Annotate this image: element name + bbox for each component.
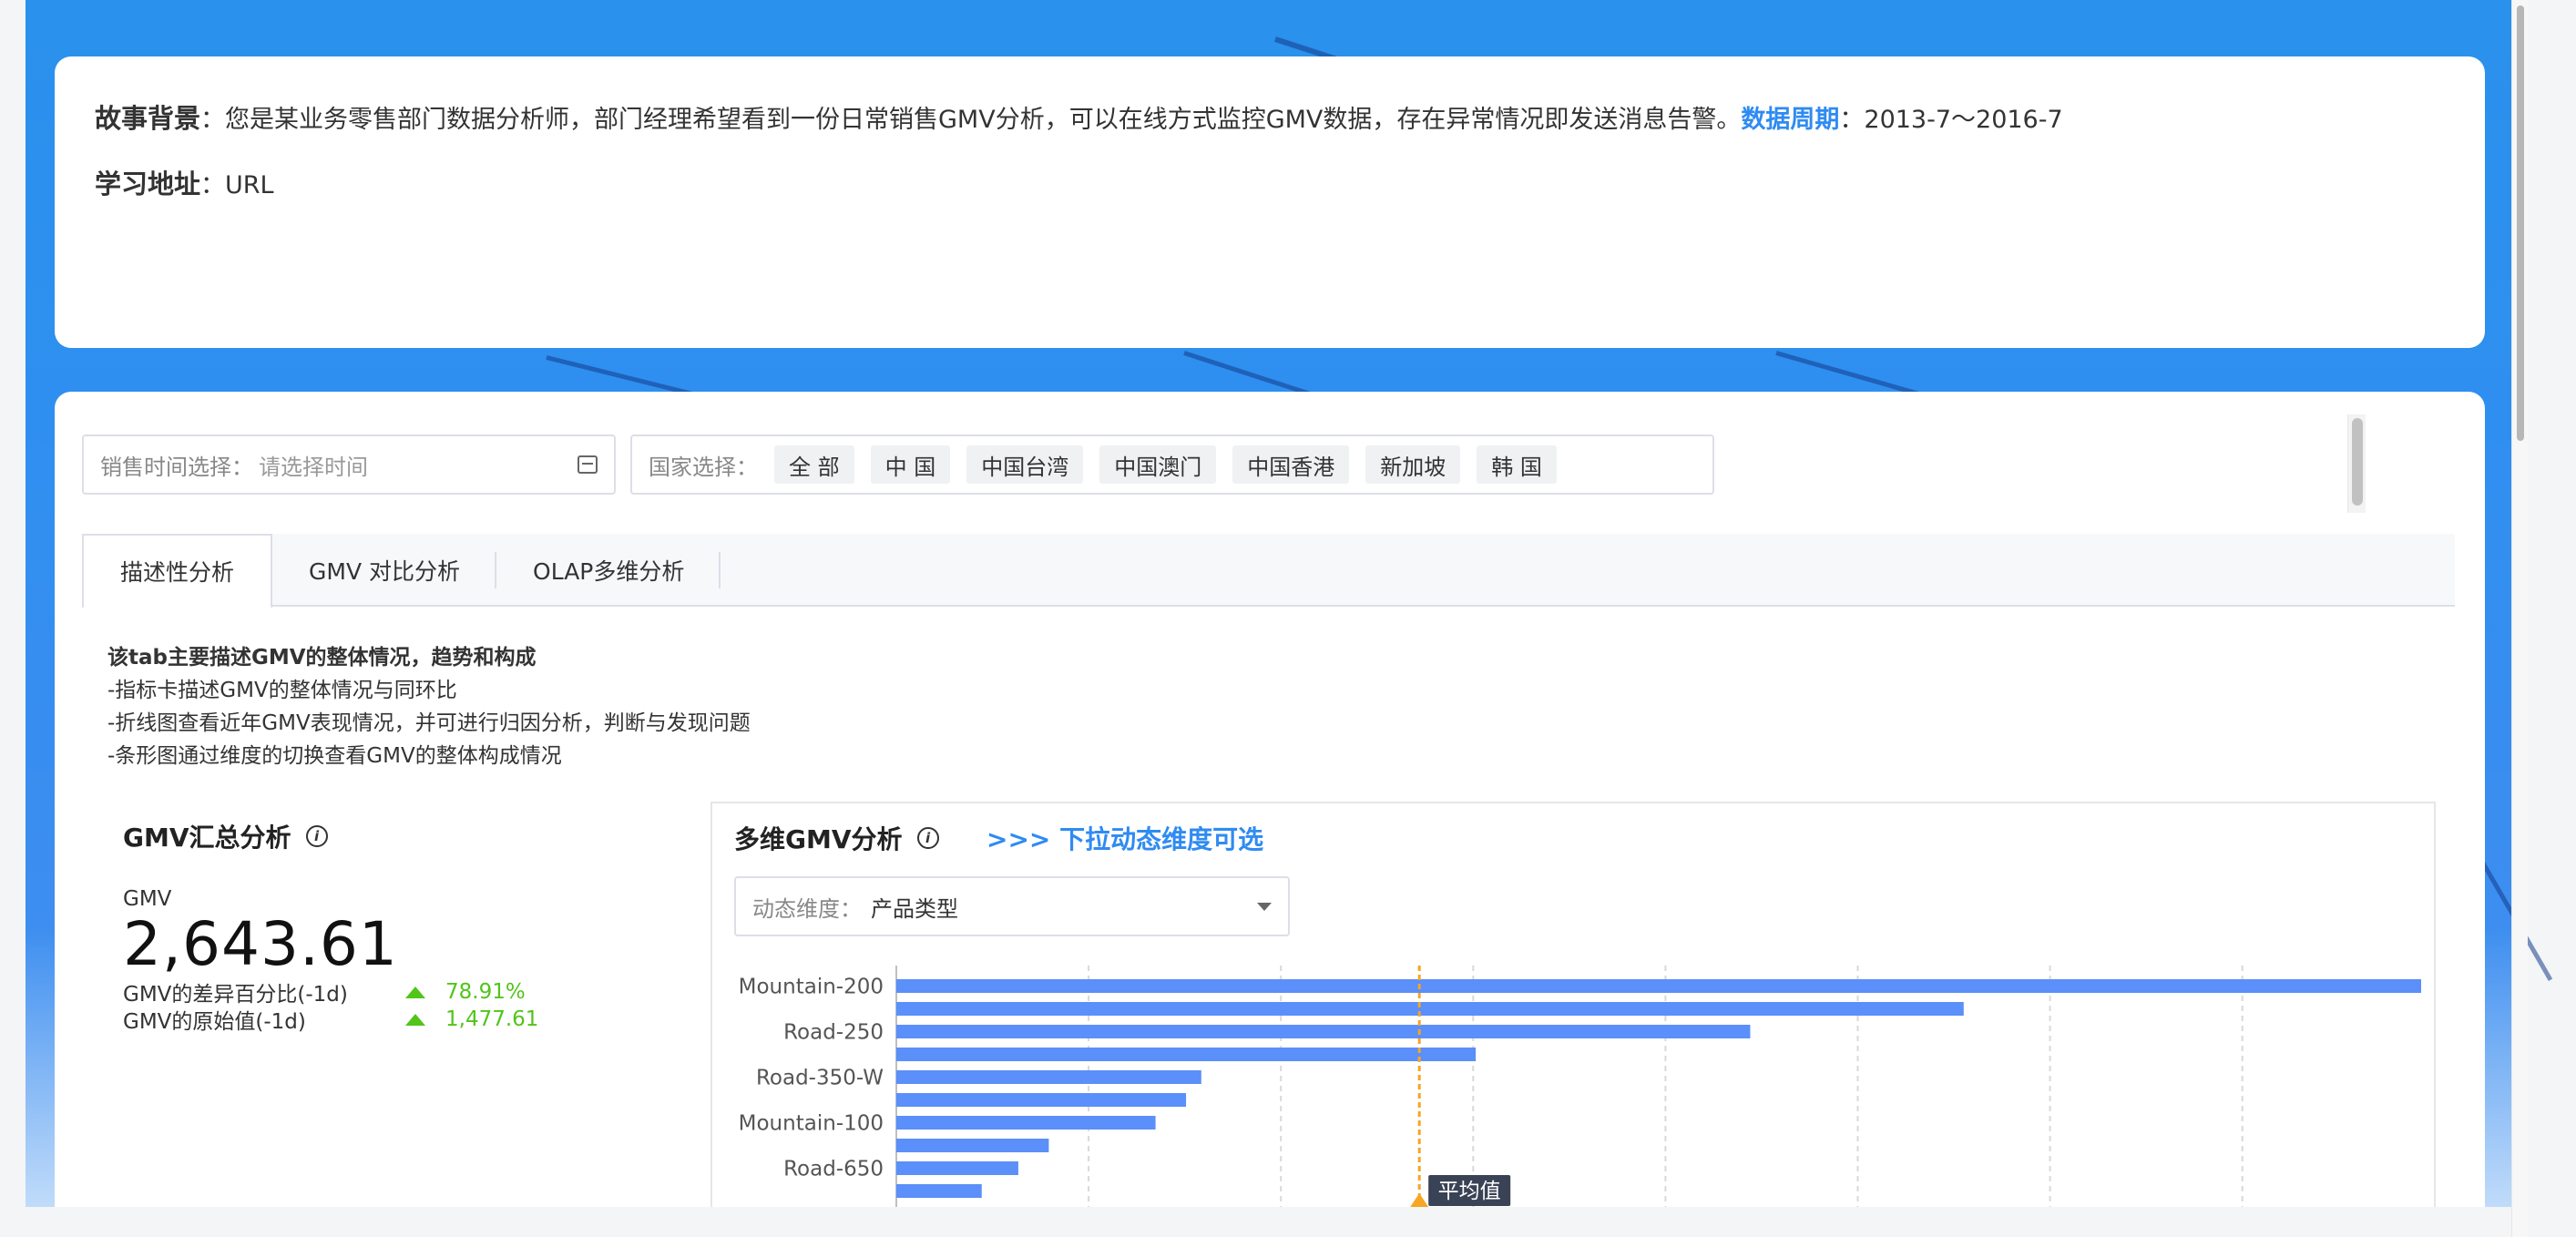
story-bg-label: 故事背景 — [95, 103, 201, 134]
trend-up-icon — [405, 1013, 425, 1026]
sale-date-input[interactable]: 请选择时间 — [259, 449, 368, 481]
average-label: 平均值 — [1438, 1180, 1501, 1203]
sale-date-filter[interactable]: 销售时间选择： 请选择时间 — [82, 434, 616, 495]
country-chip-macau[interactable]: 中国澳门 — [1099, 445, 1217, 484]
story-period-text: ：2013-7～2016-7 — [1839, 106, 2063, 134]
country-chip-taiwan[interactable]: 中国台湾 — [966, 445, 1084, 484]
gmv-summary-title: GMV汇总分析 i — [123, 818, 670, 854]
analysis-tabs: 描述性分析 GMV 对比分析 OLAP多维分析 — [82, 534, 2455, 608]
filter-scrollbar[interactable] — [2347, 414, 2366, 513]
gmv-metric-value: 2,643.61 — [123, 909, 398, 979]
page-scrollbar-thumb[interactable] — [2517, 5, 2524, 441]
y-tick-label: Mountain-200 — [739, 976, 884, 999]
bar[interactable] — [896, 1002, 1964, 1016]
description-line: -条形图通过维度的切换查看GMV的整体构成情况 — [107, 744, 562, 768]
country-chip-all[interactable]: 全 部 — [774, 445, 854, 484]
story-url-label: 学习地址 — [95, 169, 201, 199]
country-chip-singapore[interactable]: 新加坡 — [1365, 445, 1461, 484]
story-period-label: 数据周期 — [1741, 106, 1840, 134]
description-line: -折线图查看近年GMV表现情况，并可进行归因分析，判断与发现问题 — [107, 711, 751, 735]
bar[interactable] — [896, 1070, 1201, 1084]
country-chip-korea[interactable]: 韩 国 — [1477, 445, 1557, 484]
country-filter: 国家选择： 全 部 中 国 中国台湾 中国澳门 中国香港 新加坡 韩 国 — [630, 434, 1714, 495]
chevron-down-icon[interactable] — [1257, 902, 1272, 911]
tab-descriptive[interactable]: 描述性分析 — [82, 534, 273, 608]
bar[interactable] — [896, 1139, 1049, 1152]
gmv-diff-label: GMV的差异百分比(-1d) — [123, 983, 348, 1007]
country-chip-hongkong[interactable]: 中国香港 — [1232, 445, 1350, 484]
gmv-diff-row: GMV的差异百分比(-1d) 78.91% — [123, 978, 670, 1007]
story-url-text[interactable]: ：URL — [200, 171, 274, 199]
country-chip-china[interactable]: 中 国 — [870, 445, 951, 484]
y-tick-label: Mountain-100 — [739, 1112, 884, 1136]
dimension-dropdown-value: 产品类型 — [871, 895, 958, 922]
calendar-icon[interactable] — [578, 455, 598, 474]
dimension-dropdown[interactable]: 动态维度： 产品类型 — [734, 876, 1290, 936]
bar[interactable] — [896, 1184, 982, 1198]
y-tick-label: Road-350-W — [756, 1067, 884, 1090]
multi-dim-hint: >>> 下拉动态维度可选 — [986, 824, 1264, 854]
sale-date-label: 销售时间选择： — [100, 454, 253, 480]
average-marker — [1410, 1193, 1429, 1207]
gmv-metric-label: GMV — [123, 887, 172, 911]
bar[interactable] — [896, 1093, 1187, 1107]
left-gutter — [0, 0, 26, 1237]
multi-dim-title: 多维GMV分析 i — [734, 820, 939, 856]
bar[interactable] — [896, 1116, 1156, 1130]
multi-dim-title-text: 多维GMV分析 — [734, 824, 903, 854]
gmv-summary-title-text: GMV汇总分析 — [123, 823, 291, 853]
story-url: 学习地址：URL — [95, 168, 2445, 202]
gmv-diff-value: 78.91% — [445, 980, 526, 1004]
multi-dim-bar-chart: Mountain-200 Road-250 Road-350-W Mountain-1… — [729, 966, 2432, 1207]
bottom-gutter — [0, 1207, 2528, 1237]
filter-scrollbar-thumb[interactable] — [2352, 418, 2363, 506]
country-label: 国家选择： — [649, 454, 758, 480]
info-icon[interactable]: i — [916, 827, 939, 849]
page-scrollbar[interactable] — [2511, 0, 2528, 1237]
bar[interactable] — [896, 1161, 1018, 1175]
gmv-raw-row: GMV的原始值(-1d) 1,477.61 — [123, 1006, 670, 1034]
trend-up-icon — [405, 986, 425, 998]
gmv-summary-panel: GMV汇总分析 i GMV 2,643.61 GMV的差异百分比(-1d) 78… — [123, 818, 670, 1034]
tab-olap[interactable]: OLAP多维分析 — [496, 534, 721, 607]
description-heading: 该tab主要描述GMV的整体情况，趋势和构成 — [107, 646, 537, 670]
description-line: -指标卡描述GMV的整体情况与同环比 — [107, 679, 457, 702]
y-tick-label: Road-650 — [783, 1158, 884, 1181]
tab-gmv-compare[interactable]: GMV 对比分析 — [272, 534, 497, 607]
bar[interactable] — [896, 1048, 1477, 1061]
story-background: 故事背景：您是某业务零售部门数据分析师，部门经理希望看到一份日常销售GMV分析，… — [95, 102, 2445, 137]
gmv-raw-label: GMV的原始值(-1d) — [123, 1010, 306, 1034]
info-icon[interactable]: i — [305, 825, 328, 847]
dimension-dropdown-label: 动态维度： — [752, 895, 862, 922]
story-bg-text: ：您是某业务零售部门数据分析师，部门经理希望看到一份日常销售GMV分析，可以在线… — [200, 106, 1742, 134]
gmv-raw-value: 1,477.61 — [445, 1007, 539, 1031]
bar[interactable] — [896, 1025, 1751, 1038]
story-card: 故事背景：您是某业务零售部门数据分析师，部门经理希望看到一份日常销售GMV分析，… — [55, 56, 2485, 348]
tab-description: 该tab主要描述GMV的整体情况，趋势和构成 -指标卡描述GMV的整体情况与同环… — [107, 641, 751, 772]
y-tick-label: Road-250 — [783, 1021, 884, 1045]
bar[interactable] — [896, 979, 2421, 993]
bar-chart-svg: Mountain-200 Road-250 Road-350-W Mountain-1… — [739, 966, 2421, 1207]
